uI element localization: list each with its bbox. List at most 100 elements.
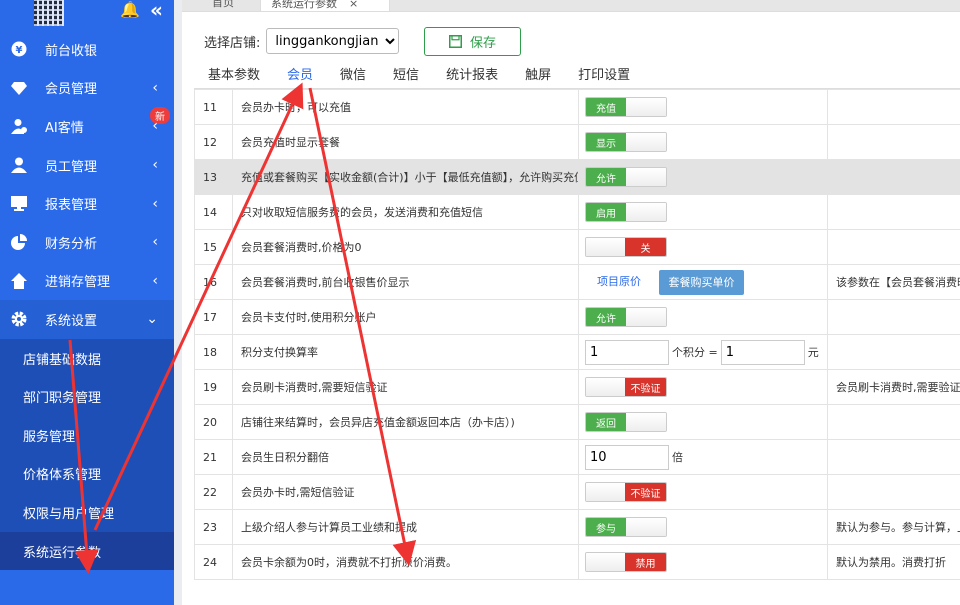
row-note: 会员刷卡消费时,需要验证会 [827,369,960,405]
sidebar-item-reports[interactable]: 报表管理 ‹ [0,184,174,223]
row-number: 23 [194,509,233,545]
table-row: 17 会员卡支付时,使用积分账户 允许 [194,299,960,335]
toggle-switch[interactable]: 显示 [585,132,667,152]
toggle-switch[interactable]: 充值 [585,97,667,117]
bell-icon[interactable]: 🔔 [120,0,140,19]
toggle-switch[interactable]: 不验证 [585,377,667,397]
collapse-icon[interactable]: « [150,0,163,22]
toggle-switch[interactable]: 允许 [585,167,667,187]
toggle-on-label: 充值 [586,98,626,116]
chevron-left-icon: ‹ [152,118,158,135]
toggle-on-label: 显示 [586,133,626,151]
toggle-switch[interactable]: 禁用 [585,552,667,572]
user-icon [11,157,27,174]
birthday-multiplier-input[interactable] [585,444,669,470]
tab-home[interactable]: 首页 [202,0,244,11]
row-note: 默认为禁用。消费打折 [827,544,960,580]
subtab-sms[interactable]: 短信 [383,66,429,90]
sidebar-item-label: 前台收银 [45,43,98,59]
row-number: 17 [194,299,233,335]
home-icon [11,272,27,289]
tab-label: 系统运行参数 [271,0,337,10]
subtab-print[interactable]: 打印设置 [568,66,640,90]
toggle-switch[interactable]: 启用 [585,202,667,222]
subtab-member[interactable]: 会员 [277,66,324,90]
submenu-item-shop-basic[interactable]: 店铺基础数据 [0,339,174,378]
row-name: 充值或套餐购买【实收金额(合计)】小于【最低充值额】，允许购买充值 [232,159,579,195]
points-input[interactable] [585,339,669,365]
main-panel: 首页 系统运行参数 × 选择店铺: linggankongjian 保存 基本参数… [182,0,960,605]
toggle-switch[interactable]: 不验证 [585,482,667,502]
table-row: 24 会员卡余额为0时，消费就不打折原价消费。 禁用 默认为禁用。消费打折 [194,544,960,580]
sidebar-item-finance[interactable]: 财务分析 ‹ [0,223,174,262]
row-number: 12 [194,124,233,160]
sidebar-item-members[interactable]: 会员管理 ‹ [0,69,174,108]
points-unit: 个积分 = [672,346,718,359]
table-row: 13 充值或套餐购买【实收金额(合计)】小于【最低充值额】，允许购买充值 允许 [194,159,960,195]
subtab-basic[interactable]: 基本参数 [198,66,270,90]
sidebar-item-cashier[interactable]: ¥ 前台收银 [0,30,174,69]
table-row: 14 只对收取短信服务费的会员，发送消费和充值短信 启用 [194,194,960,230]
table-row: 19 会员刷卡消费时,需要短信验证 不验证 会员刷卡消费时,需要验证会 [194,369,960,405]
chevron-left-icon: ‹ [152,234,158,251]
submenu-item-pricing[interactable]: 价格体系管理 [0,455,174,494]
row-name: 店铺往来结算时，会员异店充值金额返回本店（办卡店）) [232,404,579,440]
table-row: 18 积分支付换算率 个积分 = 元 [194,334,960,370]
toggle-on-label: 允许 [586,168,626,186]
submenu-item-departments[interactable]: 部门职务管理 [0,377,174,416]
option-original-price[interactable]: 项目原价 [597,275,641,288]
table-row: 11 会员办卡时，可以充值 充值 [194,89,960,125]
sidebar-item-settings[interactable]: 系统设置 ⌄ [0,300,174,339]
user-check-icon [11,118,27,135]
option-package-price[interactable]: 套餐购买单价 [659,269,744,295]
subtab-wechat[interactable]: 微信 [330,66,376,90]
sidebar-item-staff[interactable]: 员工管理 ‹ [0,146,174,185]
row-number: 24 [194,544,233,580]
sidebar-item-ai[interactable]: AI客情 新 ‹ [0,107,174,146]
settings-submenu: 店铺基础数据 部门职务管理 服务管理 价格体系管理 权限与用户管理 系统运行参数 [0,338,174,571]
table-row: 15 会员套餐消费时,价格为0 关 [194,229,960,265]
gear-icon [11,311,27,327]
diamond-icon [11,80,27,96]
row-name: 会员卡支付时,使用积分账户 [232,299,579,335]
toggle-switch[interactable]: 返回 [585,412,667,432]
toggle-switch[interactable]: 允许 [585,307,667,327]
row-number: 19 [194,369,233,405]
submenu-item-permissions[interactable]: 权限与用户管理 [0,493,174,532]
close-icon[interactable]: × [349,0,358,10]
row-name: 会员办卡时，可以充值 [232,89,579,125]
row-number: 20 [194,404,233,440]
sidebar-item-inventory[interactable]: 进销存管理 ‹ [0,262,174,301]
row-name: 会员套餐消费时,价格为0 [232,229,579,265]
qr-code-icon[interactable] [34,0,64,26]
toggle-off-label: 不验证 [625,483,666,501]
toggle-off-label: 禁用 [625,553,666,571]
row-name: 会员充值时显示套餐 [232,124,579,160]
shop-selector: 选择店铺: linggankongjian [204,27,400,55]
shop-select[interactable]: linggankongjian [266,28,400,54]
table-row: 21 会员生日积分翻倍 倍 [194,439,960,475]
row-name: 会员生日积分翻倍 [232,439,579,475]
table-row: 22 会员办卡时,需短信验证 不验证 [194,474,960,510]
subtab-reports[interactable]: 统计报表 [436,66,508,90]
toggle-on-label: 允许 [586,308,626,326]
chevron-left-icon: ‹ [152,79,158,96]
row-number: 14 [194,194,233,230]
submenu-item-system-params[interactable]: 系统运行参数 [0,531,174,571]
yuan-unit: 元 [807,346,819,359]
table-row: 23 上级介绍人参与计算员工业绩和提成 参与 默认为参与。参与计算，上 [194,509,960,545]
submenu-item-services[interactable]: 服务管理 [0,416,174,455]
chevron-left-icon: ‹ [152,157,158,174]
subtab-touch[interactable]: 触屏 [515,66,561,90]
table-row: 20 店铺往来结算时，会员异店充值金额返回本店（办卡店）) 返回 [194,404,960,440]
multiplier-unit: 倍 [672,451,683,464]
toggle-switch[interactable]: 参与 [585,517,667,537]
sidebar-header: 🔔 « [0,0,174,30]
tab-system-params[interactable]: 系统运行参数 × [260,0,390,11]
yuan-input[interactable] [720,339,805,365]
save-button[interactable]: 保存 [424,27,521,56]
page-tabbar: 首页 系统运行参数 × [182,0,960,12]
settings-subtabs: 基本参数 会员 微信 短信 统计报表 触屏 打印设置 [198,66,647,90]
row-number: 11 [194,89,233,125]
toggle-switch[interactable]: 关 [585,237,667,257]
